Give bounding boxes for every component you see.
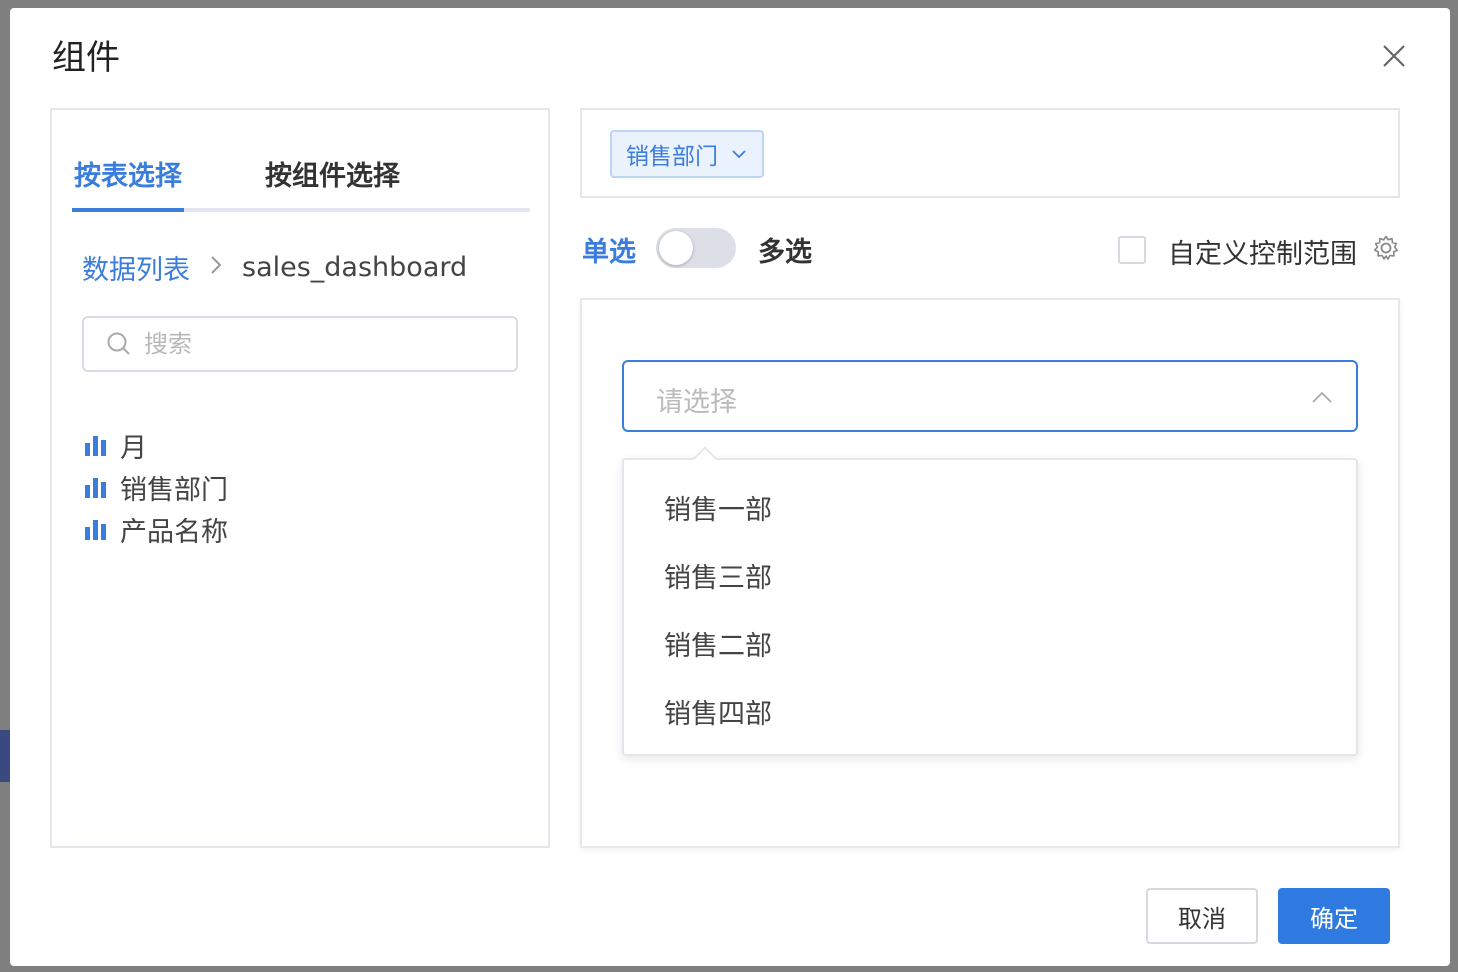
search-box[interactable]: [82, 316, 518, 372]
active-tab-indicator: [72, 208, 184, 212]
mode-row: 单选 多选 自定义控制范围: [580, 226, 1400, 270]
close-icon[interactable]: [1378, 40, 1410, 72]
breadcrumb: 数据列表 sales_dashboard: [82, 248, 467, 287]
field-label: 销售部门: [120, 474, 228, 506]
select-placeholder: 请选择: [656, 387, 737, 418]
source-tabs: 按表选择 按组件选择: [72, 150, 530, 212]
chevron-right-icon: [208, 253, 224, 283]
background-strip: [0, 730, 10, 782]
bar-chart-icon: [85, 520, 106, 540]
custom-range-label: 自定义控制范围: [1168, 239, 1357, 270]
breadcrumb-current: sales_dashboard: [242, 252, 468, 283]
dropdown-option[interactable]: 销售二部: [664, 624, 772, 663]
selected-field-box: 销售部门: [580, 108, 1400, 198]
bar-chart-icon: [85, 436, 106, 456]
multi-select-toggle[interactable]: [656, 228, 736, 268]
custom-range-checkbox[interactable]: [1118, 236, 1146, 264]
dropdown-option[interactable]: 销售三部: [664, 556, 772, 595]
gear-icon[interactable]: [1372, 234, 1400, 262]
preview-card: 请选择 销售一部 销售三部 销售二部 销售四部: [580, 298, 1400, 848]
dropdown-arrow: [692, 446, 718, 472]
preview-select[interactable]: 请选择: [622, 360, 1358, 432]
dialog-title: 组件: [52, 38, 120, 78]
tab-by-component[interactable]: 按组件选择: [265, 154, 400, 193]
single-select-label: 单选: [582, 237, 636, 268]
field-label: 月: [120, 432, 147, 464]
tab-by-table[interactable]: 按表选择: [74, 154, 182, 193]
confirm-button[interactable]: 确定: [1278, 888, 1390, 944]
list-item[interactable]: 产品名称: [84, 508, 228, 550]
selected-field-tag[interactable]: 销售部门: [610, 130, 764, 178]
search-icon: [107, 332, 130, 355]
list-item[interactable]: 销售部门: [84, 466, 228, 508]
list-item[interactable]: 月: [84, 424, 228, 466]
field-list: 月 销售部门 产品名称: [84, 424, 228, 550]
options-dropdown: 销售一部 销售三部 销售二部 销售四部: [622, 446, 1358, 756]
field-label: 产品名称: [120, 516, 228, 548]
bar-chart-icon: [85, 478, 106, 498]
multi-select-label: 多选: [758, 237, 812, 268]
chevron-up-icon: [1312, 391, 1332, 403]
dropdown-option[interactable]: 销售四部: [664, 692, 772, 731]
toggle-knob: [659, 231, 693, 265]
source-panel: 按表选择 按组件选择 数据列表 sales_dashboard 月: [50, 108, 550, 848]
chevron-down-icon: [732, 150, 746, 159]
tag-label: 销售部门: [626, 144, 718, 170]
search-input[interactable]: [144, 326, 504, 362]
breadcrumb-root-link[interactable]: 数据列表: [82, 248, 190, 287]
dropdown-option[interactable]: 销售一部: [664, 488, 772, 527]
component-dialog: 组件 按表选择 按组件选择 数据列表 sales_dashboard 搜索 月 …: [10, 8, 1450, 966]
cancel-button[interactable]: 取消: [1146, 888, 1258, 944]
